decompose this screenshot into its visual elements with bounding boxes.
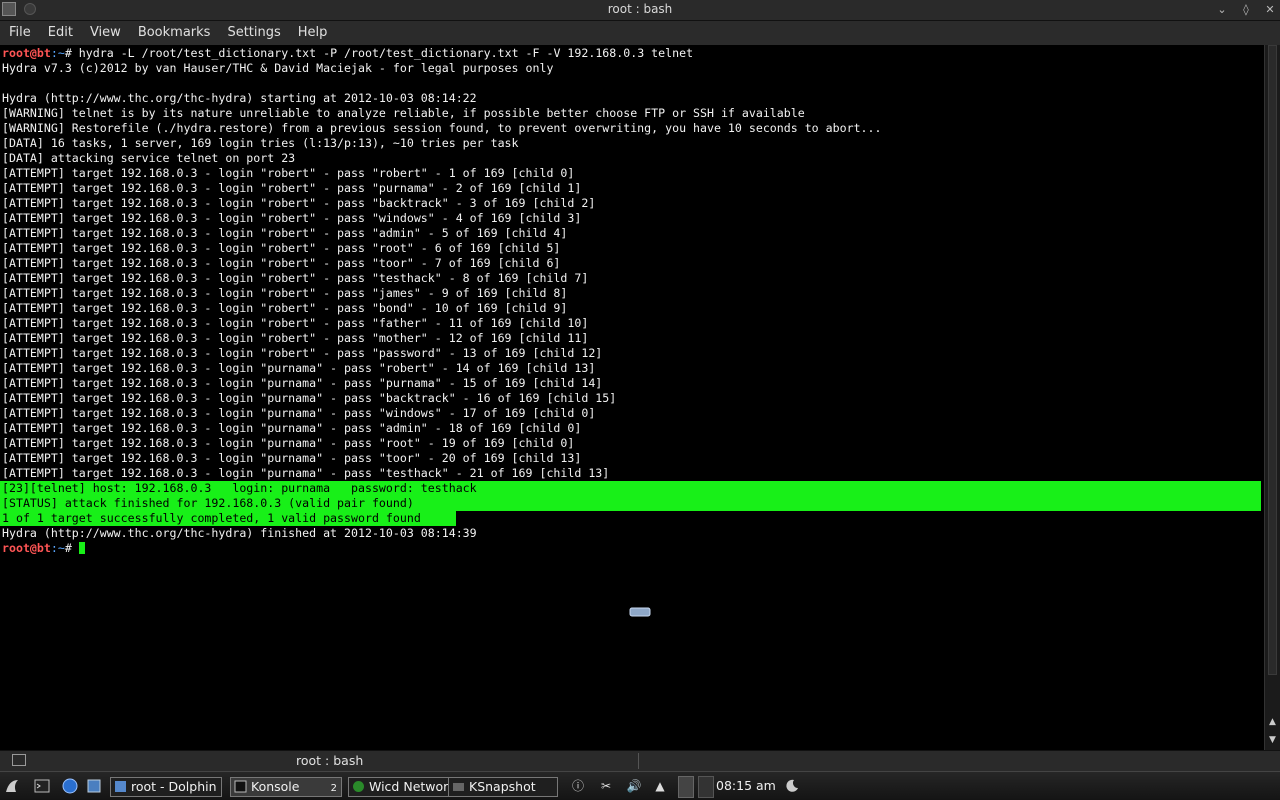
output-line: [ATTEMPT] target 192.168.0.3 - login "pu… xyxy=(2,376,603,390)
browser-launcher-icon[interactable] xyxy=(62,778,78,794)
output-line: [WARNING] telnet is by its nature unreli… xyxy=(2,106,805,120)
task-ksnapshot[interactable]: KSnapshot xyxy=(448,777,558,797)
finished-line: Hydra (http://www.thc.org/thc-hydra) fin… xyxy=(2,526,477,540)
taskbar: root - Dolphin Konsole 2 Wicd Network KSn… xyxy=(0,771,1280,800)
info-icon[interactable]: ⓘ xyxy=(570,778,586,794)
terminal-output[interactable]: root@bt:~# hydra -L /root/test_dictionar… xyxy=(0,45,1264,750)
current-prompt: root@bt:~# xyxy=(2,541,85,556)
output-line: [ATTEMPT] target 192.168.0.3 - login "ro… xyxy=(2,241,561,255)
output-line: [ATTEMPT] target 192.168.0.3 - login "ro… xyxy=(2,316,589,330)
menu-bar: File Edit View Bookmarks Settings Help xyxy=(0,21,1280,45)
desktop-pager-2[interactable] xyxy=(698,776,714,798)
terminal-launcher-icon[interactable] xyxy=(34,778,50,794)
output-line: [ATTEMPT] target 192.168.0.3 - login "ro… xyxy=(2,286,568,300)
window-title: root : bash xyxy=(607,2,673,16)
scroll-up-icon[interactable]: ▲ xyxy=(1265,715,1280,729)
output-line: [ATTEMPT] target 192.168.0.3 - login "pu… xyxy=(2,391,617,405)
output-line: [ATTEMPT] target 192.168.0.3 - login "ro… xyxy=(2,211,582,225)
tab-bar: root : bash xyxy=(0,750,1280,771)
kde-menu-icon[interactable] xyxy=(4,778,20,794)
output-line: Hydra v7.3 (c)2012 by van Hauser/THC & D… xyxy=(2,61,554,75)
output-line: [DATA] 16 tasks, 1 server, 169 login tri… xyxy=(2,136,519,150)
status-line: [STATUS] attack finished for 192.168.0.3… xyxy=(2,496,414,510)
scrollbar-thumb[interactable] xyxy=(1268,45,1277,675)
output-line: [ATTEMPT] target 192.168.0.3 - login "ro… xyxy=(2,271,589,285)
tab-divider xyxy=(638,753,639,769)
notifications-icon[interactable]: ▲ xyxy=(652,778,668,794)
prompt-user: root xyxy=(2,46,30,60)
output-line: [ATTEMPT] target 192.168.0.3 - login "pu… xyxy=(2,406,596,420)
title-bar: root : bash ⌄ ◊ ✕ xyxy=(0,0,1280,21)
close-icon[interactable]: ✕ xyxy=(1262,2,1278,18)
output-line: [ATTEMPT] target 192.168.0.3 - login "ro… xyxy=(2,256,561,270)
output-line: Hydra (http://www.thc.org/thc-hydra) sta… xyxy=(2,91,477,105)
output-line: [ATTEMPT] target 192.168.0.3 - login "ro… xyxy=(2,346,603,360)
output-line: [ATTEMPT] target 192.168.0.3 - login "pu… xyxy=(2,436,575,450)
task-count-badge: 2 xyxy=(330,783,337,794)
menu-file[interactable]: File xyxy=(0,22,39,46)
menu-bookmarks[interactable]: Bookmarks xyxy=(129,22,219,46)
new-tab-icon[interactable] xyxy=(12,754,26,766)
output-line: [ATTEMPT] target 192.168.0.3 - login "ro… xyxy=(2,181,582,195)
menu-settings[interactable]: Settings xyxy=(218,22,288,46)
volume-icon[interactable]: 🔊 xyxy=(626,778,642,794)
terminal-scrollbar[interactable]: ▲ ▼ xyxy=(1264,45,1280,750)
drag-pointer-icon xyxy=(629,607,651,617)
minimize-icon[interactable]: ⌄ xyxy=(1214,2,1230,18)
summary-line: 1 of 1 target successfully completed, 1 … xyxy=(2,511,421,525)
file-manager-launcher-icon[interactable] xyxy=(86,778,102,794)
task-dolphin[interactable]: root - Dolphin xyxy=(110,777,222,797)
ksnapshot-icon xyxy=(453,783,464,791)
prompt-symbol: # xyxy=(64,46,72,60)
output-line: [WARNING] Restorefile (./hydra.restore) … xyxy=(2,121,882,135)
output-line: [ATTEMPT] target 192.168.0.3 - login "pu… xyxy=(2,421,582,435)
konsole-icon xyxy=(234,780,247,793)
result-line: [23][telnet] host: 192.168.0.3 login: pu… xyxy=(2,481,477,495)
prompt-path: :~ xyxy=(50,46,65,60)
output-line: [ATTEMPT] target 192.168.0.3 - login "pu… xyxy=(2,451,582,465)
prompt-host: bt xyxy=(36,46,51,60)
output-line: [ATTEMPT] target 192.168.0.3 - login "ro… xyxy=(2,301,568,315)
maximize-icon[interactable]: ◊ xyxy=(1238,2,1254,18)
wicd-icon xyxy=(353,781,364,792)
command-line: root@bt:~# hydra -L /root/test_dictionar… xyxy=(2,46,694,60)
menu-help[interactable]: Help xyxy=(289,22,336,46)
dolphin-icon xyxy=(115,781,126,792)
command-text: hydra -L /root/test_dictionary.txt -P /r… xyxy=(71,46,694,60)
output-line: [ATTEMPT] target 192.168.0.3 - login "ro… xyxy=(2,226,568,240)
output-line: [ATTEMPT] target 192.168.0.3 - login "ro… xyxy=(2,331,589,345)
moon-icon[interactable] xyxy=(784,778,800,794)
output-line: [DATA] attacking service telnet on port … xyxy=(2,151,296,165)
menu-view[interactable]: View xyxy=(81,22,129,46)
clipboard-scissors-icon[interactable]: ✂ xyxy=(598,778,614,794)
desktop-pager-1[interactable] xyxy=(678,776,694,798)
output-line: [ATTEMPT] target 192.168.0.3 - login "ro… xyxy=(2,196,596,210)
output-line: [ATTEMPT] target 192.168.0.3 - login "pu… xyxy=(2,361,596,375)
scroll-down-icon[interactable]: ▼ xyxy=(1265,733,1280,747)
output-line: [ATTEMPT] target 192.168.0.3 - login "pu… xyxy=(2,466,610,480)
output-line: [ATTEMPT] target 192.168.0.3 - login "ro… xyxy=(2,166,575,180)
text-cursor xyxy=(78,542,85,554)
task-konsole[interactable]: Konsole 2 xyxy=(230,777,342,797)
tab-root-bash[interactable]: root : bash xyxy=(296,753,363,768)
clock[interactable]: 08:15 am xyxy=(716,778,776,793)
menu-edit[interactable]: Edit xyxy=(39,22,81,46)
task-wicd-network[interactable]: Wicd Network xyxy=(348,777,450,797)
